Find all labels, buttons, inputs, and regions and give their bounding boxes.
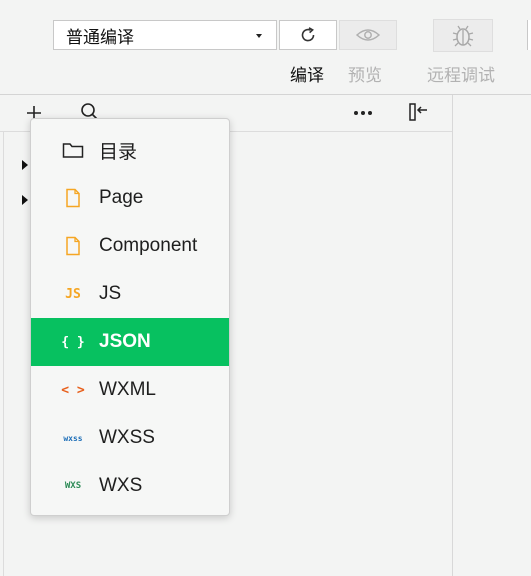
remote-debug-button[interactable] (433, 19, 493, 52)
component-file-icon (60, 235, 86, 257)
explorer-left-border (3, 131, 4, 576)
menu-item-label: WXML (99, 379, 156, 400)
wxs-icon: WXS (64, 481, 82, 491)
collapse-sidebar-icon[interactable] (406, 101, 432, 123)
wxml-icon: < > (61, 382, 85, 398)
preview-label[interactable]: 预览 (348, 61, 382, 86)
menu-item-wxs[interactable]: WXS WXS (31, 462, 229, 510)
bug-icon (452, 25, 474, 46)
page-file-icon (60, 187, 86, 209)
menu-item-label: WXS (99, 475, 143, 496)
tree-expand-icon[interactable] (22, 160, 28, 170)
menu-item-label: WXSS (99, 427, 155, 448)
menu-item-wxml[interactable]: < > WXML (31, 366, 229, 414)
top-toolbar: 普通编译 编译 预览 远程调试 (0, 0, 531, 95)
menu-item-page[interactable]: Page (31, 174, 229, 222)
eye-icon (355, 29, 381, 41)
tree-expand-icon[interactable] (22, 195, 28, 205)
remote-debug-label[interactable]: 远程调试 (427, 61, 495, 86)
clipped-button-edge[interactable] (527, 20, 531, 50)
new-file-menu: 目录 Page Component JS JS { } JSON < > WXM… (30, 118, 230, 516)
more-icon[interactable] (352, 107, 374, 119)
menu-item-component[interactable]: Component (31, 222, 229, 270)
compile-button[interactable] (279, 20, 337, 50)
menu-item-label: JS (99, 283, 122, 304)
preview-button[interactable] (339, 20, 397, 50)
menu-item-label: JSON (99, 331, 151, 352)
menu-item-label: Component (99, 235, 198, 256)
js-icon: JS (65, 286, 81, 302)
refresh-icon (301, 27, 315, 42)
chevron-down-icon (256, 34, 262, 38)
menu-item-label: 目录 (99, 141, 138, 163)
menu-item-wxss[interactable]: wxss WXSS (31, 414, 229, 462)
menu-item-folder[interactable]: 目录 (31, 126, 229, 174)
menu-item-js[interactable]: JS JS (31, 270, 229, 318)
panel-divider[interactable] (452, 95, 453, 576)
wxss-icon: wxss (63, 433, 83, 443)
compile-mode-select[interactable]: 普通编译 (53, 20, 277, 50)
menu-item-label: Page (99, 187, 144, 208)
json-icon: { } (61, 334, 85, 350)
folder-icon (60, 139, 86, 161)
menu-item-json[interactable]: { } JSON (31, 318, 229, 366)
compile-label[interactable]: 编译 (290, 61, 324, 86)
compile-mode-value: 普通编译 (66, 27, 134, 47)
